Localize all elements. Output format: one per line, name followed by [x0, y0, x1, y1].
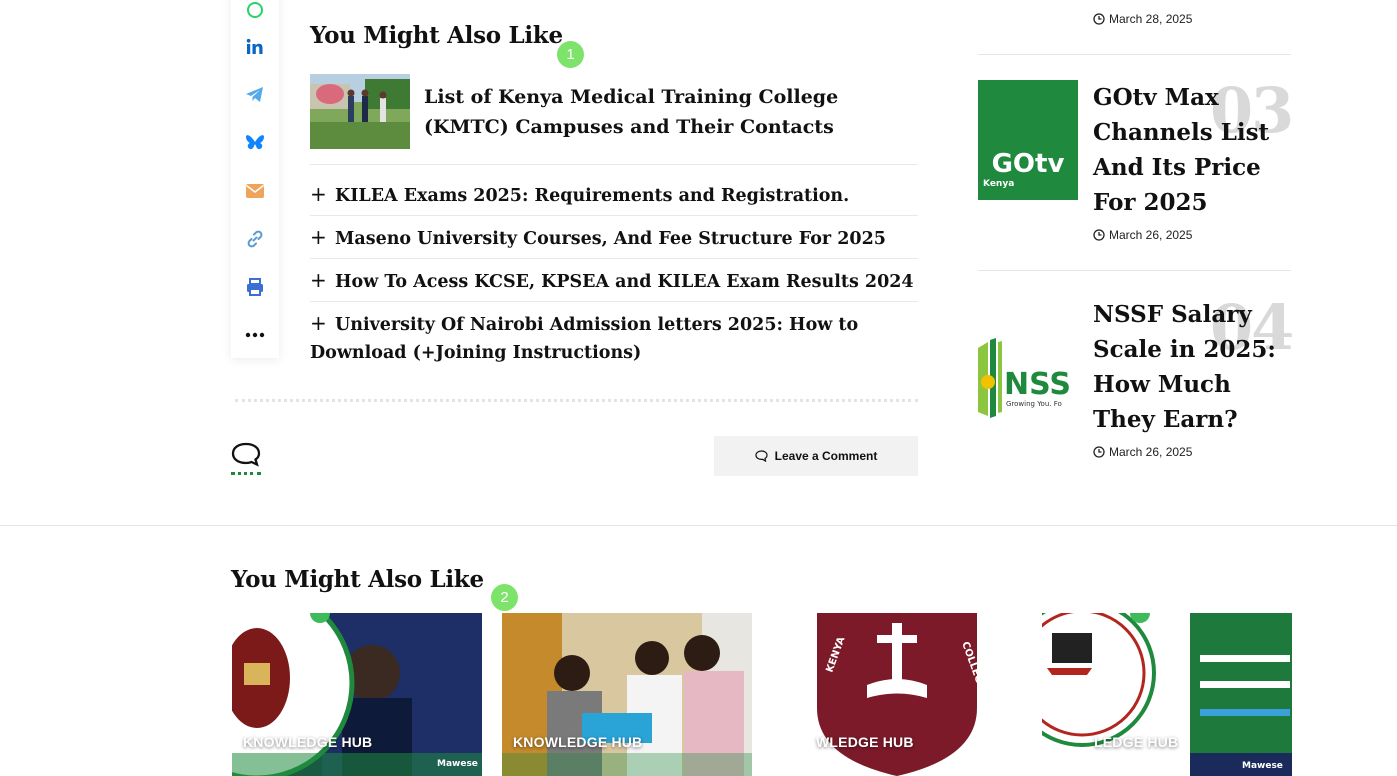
- related-post-title: University Of Nairobi Admission letters …: [310, 315, 859, 363]
- related-post-title: Maseno University Courses, And Fee Struc…: [335, 229, 886, 249]
- sidebar-separator: [978, 270, 1291, 271]
- bottom-related-heading: You Might Also Like: [231, 566, 484, 593]
- annotation-badge-1: 1: [557, 41, 584, 68]
- card-category: KNOWLEDGE HUB: [513, 734, 643, 750]
- related-post-title: KILEA Exams 2025: Requirements and Regis…: [335, 186, 850, 206]
- plus-icon: +: [310, 182, 327, 206]
- print-icon: [247, 278, 263, 296]
- print-button[interactable]: [231, 267, 279, 307]
- related-separator: [310, 258, 918, 259]
- related-post-title: How To Acess KCSE, KPSEA and KILEA Exam …: [335, 272, 914, 292]
- related-separator: [310, 215, 918, 216]
- related-card[interactable]: KNOWLEDGE HUB: [502, 613, 752, 776]
- svg-text:Mawese: Mawese: [1242, 761, 1283, 771]
- comment-bubble-icon: [231, 442, 261, 467]
- clock-icon: [1093, 13, 1105, 25]
- section-divider-full: [0, 525, 1397, 526]
- bluesky-icon: [245, 135, 265, 150]
- telegram-icon: [246, 87, 263, 102]
- share-bar: [231, 0, 279, 358]
- comment-icon-underline: [231, 472, 261, 475]
- post-date-text: March 28, 2025: [1109, 12, 1193, 26]
- card-category: KNOWLEDGE HUB: [243, 734, 373, 750]
- more-share-button[interactable]: [231, 315, 279, 355]
- gotv-logo-text: GOtv: [992, 149, 1065, 179]
- sidebar-post-title[interactable]: GOtv Max Channels List And Its Price For…: [1093, 80, 1293, 220]
- related-card[interactable]: Mawese KNOWLEDGE HUB: [232, 613, 482, 776]
- related-posts-heading: You Might Also Like: [310, 22, 563, 49]
- linkedin-icon: [246, 38, 263, 54]
- more-icon: [245, 332, 265, 338]
- telegram-share-button[interactable]: [231, 75, 279, 115]
- sidebar-separator: [978, 54, 1291, 55]
- leave-comment-button[interactable]: Leave a Comment: [714, 436, 918, 476]
- bluesky-share-button[interactable]: [231, 123, 279, 163]
- clock-icon: [1093, 229, 1105, 241]
- clock-icon: [1093, 446, 1105, 458]
- gotv-logo-sub: Kenya: [983, 179, 1014, 189]
- post-date: March 26, 2025: [1093, 445, 1192, 459]
- whatsapp-icon: [247, 2, 263, 18]
- related-separator: [310, 301, 918, 302]
- email-icon: [246, 184, 264, 198]
- copy-link-button[interactable]: [231, 219, 279, 259]
- sidebar-post-thumbnail[interactable]: GOtv Kenya: [978, 80, 1078, 200]
- card-category: LEDGE HUB: [1094, 734, 1179, 750]
- related-separator: [310, 164, 918, 165]
- linkedin-share-button[interactable]: [231, 27, 279, 67]
- leave-comment-label: Leave a Comment: [774, 449, 878, 463]
- post-date-text: March 26, 2025: [1109, 445, 1193, 459]
- featured-post-thumbnail[interactable]: [310, 74, 410, 149]
- featured-post-title[interactable]: List of Kenya Medical Training College (…: [424, 82, 904, 142]
- plus-icon: +: [310, 311, 327, 335]
- related-post-link[interactable]: + KILEA Exams 2025: Requirements and Regi…: [310, 180, 918, 210]
- plus-icon: +: [310, 225, 327, 249]
- post-date: March 28, 2025: [1093, 12, 1192, 26]
- email-share-button[interactable]: [231, 171, 279, 211]
- plus-icon: +: [310, 268, 327, 292]
- link-icon: [247, 230, 263, 248]
- nssf-logo-sub: Growing You. Fo: [1006, 400, 1062, 408]
- related-card[interactable]: KENYA COLLEGE WLEDGE HUB: [772, 613, 1022, 776]
- related-card[interactable]: Mawese LEDGE HUB: [1042, 613, 1292, 776]
- related-post-link[interactable]: + University Of Nairobi Admission letters…: [310, 309, 918, 367]
- nssf-logo-text: NSS: [1004, 367, 1071, 402]
- section-divider: [235, 399, 918, 402]
- related-post-link[interactable]: + How To Acess KCSE, KPSEA and KILEA Exam…: [310, 266, 918, 296]
- comment-icon: [755, 450, 768, 462]
- sidebar-post-thumbnail[interactable]: NSS Growing You. Fo: [978, 320, 1078, 440]
- whatsapp-share-button[interactable]: [231, 0, 279, 30]
- post-date-text: March 26, 2025: [1109, 228, 1193, 242]
- svg-text:Mawese: Mawese: [437, 759, 478, 769]
- post-date: March 26, 2025: [1093, 228, 1192, 242]
- related-post-link[interactable]: + Maseno University Courses, And Fee Stru…: [310, 223, 918, 253]
- sidebar-post-title[interactable]: NSSF Salary Scale in 2025: How Much They…: [1093, 297, 1293, 437]
- card-category: WLEDGE HUB: [816, 734, 914, 750]
- annotation-badge-2: 2: [491, 584, 518, 611]
